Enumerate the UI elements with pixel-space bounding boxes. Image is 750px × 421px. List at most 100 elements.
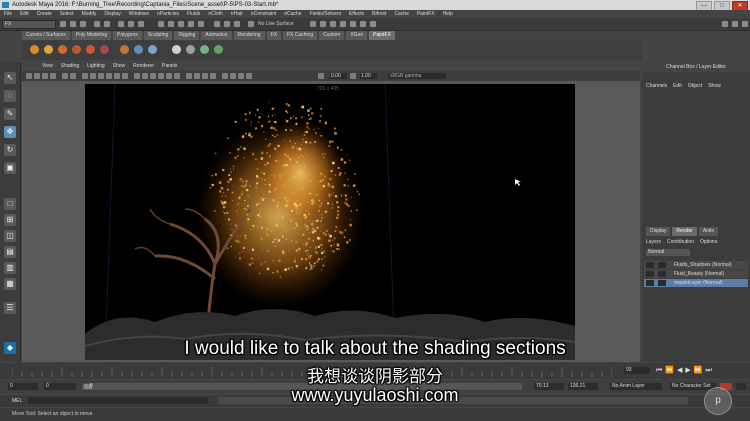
magnet-icon[interactable] bbox=[248, 21, 254, 27]
menu-windows[interactable]: Windows bbox=[129, 10, 149, 18]
tab-anim-layers[interactable]: Anim bbox=[698, 227, 719, 236]
paint-effects-icon[interactable] bbox=[30, 45, 39, 54]
menu-file[interactable]: File bbox=[4, 10, 12, 18]
viewport-menu-view[interactable]: View bbox=[42, 62, 53, 71]
tab-paintfx[interactable]: PaintFX bbox=[369, 31, 395, 40]
safe-action-icon[interactable] bbox=[122, 73, 128, 79]
bookmark-icon[interactable] bbox=[42, 73, 48, 79]
single-pane-layout-icon[interactable]: □ bbox=[4, 198, 16, 210]
snap-curve-icon[interactable] bbox=[168, 21, 174, 27]
exposure-icon[interactable] bbox=[318, 73, 324, 79]
layer-mode-dropdown[interactable]: Normal bbox=[646, 249, 690, 256]
paint-select-tool-icon[interactable]: ✎ bbox=[4, 108, 16, 120]
scale-tool-icon[interactable]: ▣ bbox=[4, 162, 16, 174]
menu-nparticles[interactable]: nParticles bbox=[157, 10, 179, 18]
menu-set-dropdown[interactable]: FX bbox=[2, 20, 56, 29]
lasso-tool-icon[interactable]: ◌ bbox=[4, 90, 16, 102]
brush-icon[interactable] bbox=[44, 45, 53, 54]
graph-editor-layout-icon[interactable]: ▥ bbox=[4, 262, 16, 274]
side-by-side-layout-icon[interactable]: ◫ bbox=[4, 230, 16, 242]
tab-fx-caching[interactable]: FX Caching bbox=[282, 31, 318, 40]
select-tool-icon[interactable]: ↖ bbox=[4, 72, 16, 84]
menu-select[interactable]: Select bbox=[60, 10, 74, 18]
menu-help[interactable]: Help bbox=[443, 10, 453, 18]
snap-view-plane-icon[interactable] bbox=[188, 21, 194, 27]
tab-poly-modeling[interactable]: Poly Modeling bbox=[71, 31, 112, 40]
snap-point-icon[interactable] bbox=[178, 21, 184, 27]
shatter-icon[interactable] bbox=[100, 45, 109, 54]
lightning-icon[interactable] bbox=[86, 45, 95, 54]
smoke-icon[interactable] bbox=[72, 45, 81, 54]
playback-toggle-icon[interactable] bbox=[658, 271, 666, 277]
snap-grid-icon[interactable] bbox=[158, 21, 164, 27]
anti-aliasing-icon[interactable] bbox=[202, 73, 208, 79]
exposure-field[interactable]: 0.00 bbox=[330, 73, 347, 79]
menu-fluids[interactable]: Fluids bbox=[187, 10, 200, 18]
history-icon[interactable] bbox=[214, 21, 220, 27]
field-chart-icon[interactable] bbox=[114, 73, 120, 79]
tab-xgen[interactable]: XGen bbox=[346, 31, 368, 40]
air-field-icon[interactable] bbox=[172, 45, 181, 54]
gamma-field[interactable]: 1.00 bbox=[360, 73, 377, 79]
film-gate-icon[interactable] bbox=[90, 73, 96, 79]
tab-render-layers[interactable]: Render bbox=[672, 227, 697, 236]
xray-joints-icon[interactable] bbox=[238, 73, 244, 79]
menu-paintfx[interactable]: PaintFX bbox=[417, 10, 435, 18]
grease-pencil-icon[interactable] bbox=[70, 73, 76, 79]
tab-sculpting[interactable]: Sculpting bbox=[143, 31, 173, 40]
turbulence-field-icon[interactable] bbox=[200, 45, 209, 54]
menu-bifrost[interactable]: Bifrost bbox=[372, 10, 386, 18]
menu-edit[interactable]: Edit bbox=[20, 10, 29, 18]
panel-layout-icon-1[interactable] bbox=[722, 21, 728, 27]
tab-custom[interactable]: Custom bbox=[319, 31, 345, 40]
render-setup-icon[interactable] bbox=[360, 21, 366, 27]
save-scene-icon[interactable] bbox=[80, 21, 86, 27]
use-all-lights-icon[interactable] bbox=[166, 73, 172, 79]
menu-fields-solvers[interactable]: Fields/Solvers bbox=[310, 10, 341, 18]
menu-modify[interactable]: Modify bbox=[82, 10, 97, 18]
motion-blur-icon[interactable] bbox=[194, 73, 200, 79]
hypershade-layout-icon[interactable]: ▦ bbox=[4, 278, 16, 290]
light-editor-icon[interactable] bbox=[370, 21, 376, 27]
resolution-gate-icon[interactable] bbox=[98, 73, 104, 79]
select-component-icon[interactable] bbox=[138, 21, 144, 27]
tab-fx[interactable]: FX bbox=[266, 31, 281, 40]
render-settings-icon[interactable] bbox=[340, 21, 346, 27]
hypershade-icon[interactable] bbox=[350, 21, 356, 27]
layer-menu-layers[interactable]: Layers bbox=[646, 238, 661, 246]
tab-rigging[interactable]: Rigging bbox=[174, 31, 200, 40]
outliner-icon[interactable]: ☰ bbox=[4, 302, 16, 314]
view-transform-dropdown[interactable]: sRGB gamma bbox=[388, 73, 446, 79]
ambient-occlusion-icon[interactable] bbox=[186, 73, 192, 79]
depth-of-field-icon[interactable] bbox=[210, 73, 216, 79]
menu-nhair[interactable]: nHair bbox=[231, 10, 243, 18]
symmetry-icon[interactable] bbox=[234, 21, 240, 27]
render-toggle-icon[interactable] bbox=[646, 262, 654, 268]
tab-curves-surfaces[interactable]: Curves / Surfaces bbox=[22, 31, 70, 40]
tab-animation[interactable]: Animation bbox=[201, 31, 232, 40]
fluid-container-icon[interactable] bbox=[134, 45, 143, 54]
wireframe-on-shaded-icon[interactable] bbox=[150, 73, 156, 79]
open-scene-icon[interactable] bbox=[70, 21, 76, 27]
menu-create[interactable]: Create bbox=[37, 10, 52, 18]
layer-row[interactable]: Fluid_Beauty (Normal) bbox=[644, 270, 748, 278]
four-pane-layout-icon[interactable]: ⊞ bbox=[4, 214, 16, 226]
menu-cache[interactable]: Cache bbox=[394, 10, 408, 18]
render-view-icon[interactable] bbox=[310, 21, 316, 27]
volume-axis-icon[interactable] bbox=[214, 45, 223, 54]
tab-display-layers[interactable]: Display bbox=[646, 227, 671, 236]
render-canvas[interactable]: 720 x 405 bbox=[85, 84, 575, 360]
panel-layout-icon-2[interactable] bbox=[732, 21, 738, 27]
construction-history-icon[interactable] bbox=[224, 21, 230, 27]
fire-icon[interactable] bbox=[58, 45, 67, 54]
textured-icon[interactable] bbox=[158, 73, 164, 79]
channel-box-menu-show[interactable]: Show bbox=[708, 82, 721, 90]
isolate-select-icon[interactable] bbox=[222, 73, 228, 79]
smooth-shade-icon[interactable] bbox=[142, 73, 148, 79]
gate-mask-icon[interactable] bbox=[106, 73, 112, 79]
make-live-icon[interactable] bbox=[198, 21, 204, 27]
tab-rendering[interactable]: Rendering bbox=[233, 31, 265, 40]
layer-row[interactable]: Fluids_Shadows (Normal) bbox=[644, 261, 748, 269]
2d-pan-zoom-icon[interactable] bbox=[62, 73, 68, 79]
gravity-field-icon[interactable] bbox=[186, 45, 195, 54]
